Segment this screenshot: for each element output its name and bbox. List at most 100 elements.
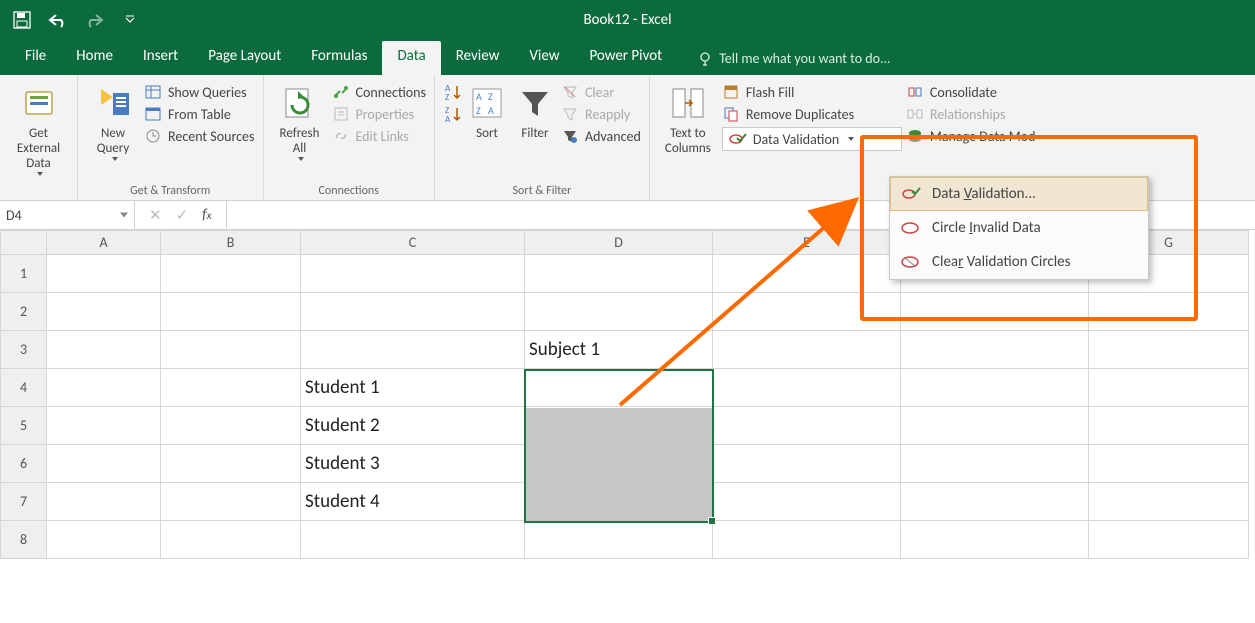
cell[interactable] <box>713 255 901 293</box>
cell-D4[interactable] <box>525 369 713 407</box>
cell[interactable] <box>1089 369 1249 407</box>
menu-circle-invalid[interactable]: Circle Invalid Data <box>890 211 1148 245</box>
tell-me-search[interactable]: Tell me what you want to do... <box>697 50 890 75</box>
cell[interactable] <box>301 521 525 559</box>
fx-icon[interactable]: fx <box>202 206 211 224</box>
cell[interactable] <box>713 483 901 521</box>
tab-data[interactable]: Data <box>382 41 440 75</box>
new-query-button[interactable]: New Query <box>86 79 140 161</box>
cell[interactable] <box>1089 407 1249 445</box>
cell[interactable] <box>161 483 301 521</box>
cell-D6[interactable] <box>525 445 713 483</box>
cell[interactable] <box>1089 521 1249 559</box>
cell[interactable] <box>161 293 301 331</box>
tab-home[interactable]: Home <box>61 41 128 75</box>
from-table-button[interactable]: From Table <box>144 105 255 123</box>
tab-review[interactable]: Review <box>441 41 515 75</box>
row-header-3[interactable]: 3 <box>1 331 47 369</box>
cell-C5[interactable]: Student 2 <box>301 407 525 445</box>
manage-data-model-button[interactable]: Manage Data Mod <box>906 127 1046 145</box>
tab-view[interactable]: View <box>514 41 574 75</box>
data-validation-button[interactable]: Data Validation <box>722 127 902 151</box>
cell[interactable] <box>713 369 901 407</box>
show-queries-button[interactable]: Show Queries <box>144 83 255 101</box>
cell[interactable] <box>161 369 301 407</box>
cell[interactable] <box>47 293 161 331</box>
cell[interactable] <box>1089 293 1249 331</box>
cell[interactable] <box>901 521 1089 559</box>
row-header-8[interactable]: 8 <box>1 521 47 559</box>
save-icon[interactable] <box>8 6 36 34</box>
tab-formulas[interactable]: Formulas <box>296 41 382 75</box>
cell[interactable] <box>161 407 301 445</box>
cell[interactable] <box>47 521 161 559</box>
cell[interactable] <box>47 445 161 483</box>
menu-data-validation[interactable]: Data Validation... <box>890 177 1148 211</box>
cell[interactable] <box>301 255 525 293</box>
sort-asc-button[interactable]: AZ <box>443 83 461 101</box>
cell[interactable] <box>1089 483 1249 521</box>
cell[interactable] <box>301 331 525 369</box>
cell-D5[interactable] <box>525 407 713 445</box>
cell[interactable] <box>47 255 161 293</box>
redo-icon[interactable] <box>80 6 108 34</box>
cell[interactable] <box>901 369 1089 407</box>
cell[interactable] <box>901 331 1089 369</box>
cell-D3[interactable]: Subject 1 <box>525 331 713 369</box>
col-header-A[interactable]: A <box>47 231 161 255</box>
cell[interactable] <box>901 445 1089 483</box>
cell[interactable] <box>301 293 525 331</box>
cell[interactable] <box>713 445 901 483</box>
cell[interactable] <box>47 483 161 521</box>
cell[interactable] <box>901 293 1089 331</box>
row-header-5[interactable]: 5 <box>1 407 47 445</box>
col-header-C[interactable]: C <box>301 231 525 255</box>
connections-button[interactable]: Connections <box>332 83 426 101</box>
select-all-corner[interactable] <box>1 231 47 255</box>
cell-C4[interactable]: Student 1 <box>301 369 525 407</box>
cell-D7[interactable] <box>525 483 713 521</box>
tab-insert[interactable]: Insert <box>128 41 193 75</box>
cell[interactable] <box>713 331 901 369</box>
tab-file[interactable]: File <box>10 41 61 75</box>
consolidate-button[interactable]: Consolidate <box>906 83 1046 101</box>
cell[interactable] <box>47 369 161 407</box>
flash-fill-button[interactable]: Flash Fill <box>722 83 902 101</box>
cell[interactable] <box>713 521 901 559</box>
cell[interactable] <box>161 445 301 483</box>
cell[interactable] <box>525 255 713 293</box>
name-box[interactable]: D4 <box>0 201 135 229</box>
advanced-filter-button[interactable]: Advanced <box>561 127 641 145</box>
filter-button[interactable]: Filter <box>513 79 557 142</box>
sort-button[interactable]: AZZA Sort <box>465 79 509 142</box>
cell[interactable] <box>1089 331 1249 369</box>
cell[interactable] <box>47 331 161 369</box>
row-header-2[interactable]: 2 <box>1 293 47 331</box>
recent-sources-button[interactable]: Recent Sources <box>144 127 255 145</box>
get-external-data-button[interactable]: Get External Data <box>8 79 69 176</box>
cell-C6[interactable]: Student 3 <box>301 445 525 483</box>
sort-desc-button[interactable]: ZA <box>443 105 461 123</box>
undo-icon[interactable] <box>44 6 72 34</box>
cell[interactable] <box>161 255 301 293</box>
cell[interactable] <box>713 293 901 331</box>
cell[interactable] <box>161 521 301 559</box>
col-header-B[interactable]: B <box>161 231 301 255</box>
row-header-6[interactable]: 6 <box>1 445 47 483</box>
tab-page-layout[interactable]: Page Layout <box>193 41 296 75</box>
row-header-4[interactable]: 4 <box>1 369 47 407</box>
menu-clear-circles[interactable]: Clear Validation Circles <box>890 245 1148 279</box>
row-header-7[interactable]: 7 <box>1 483 47 521</box>
cell[interactable] <box>525 521 713 559</box>
cell[interactable] <box>525 293 713 331</box>
text-to-columns-button[interactable]: Text to Columns <box>658 79 718 157</box>
cell[interactable] <box>901 407 1089 445</box>
cell[interactable] <box>1089 445 1249 483</box>
col-header-E[interactable]: E <box>713 231 901 255</box>
cell[interactable] <box>901 483 1089 521</box>
remove-duplicates-button[interactable]: Remove Duplicates <box>722 105 902 123</box>
tab-power-pivot[interactable]: Power Pivot <box>574 41 677 75</box>
col-header-D[interactable]: D <box>525 231 713 255</box>
cell-C7[interactable]: Student 4 <box>301 483 525 521</box>
cell[interactable] <box>47 407 161 445</box>
